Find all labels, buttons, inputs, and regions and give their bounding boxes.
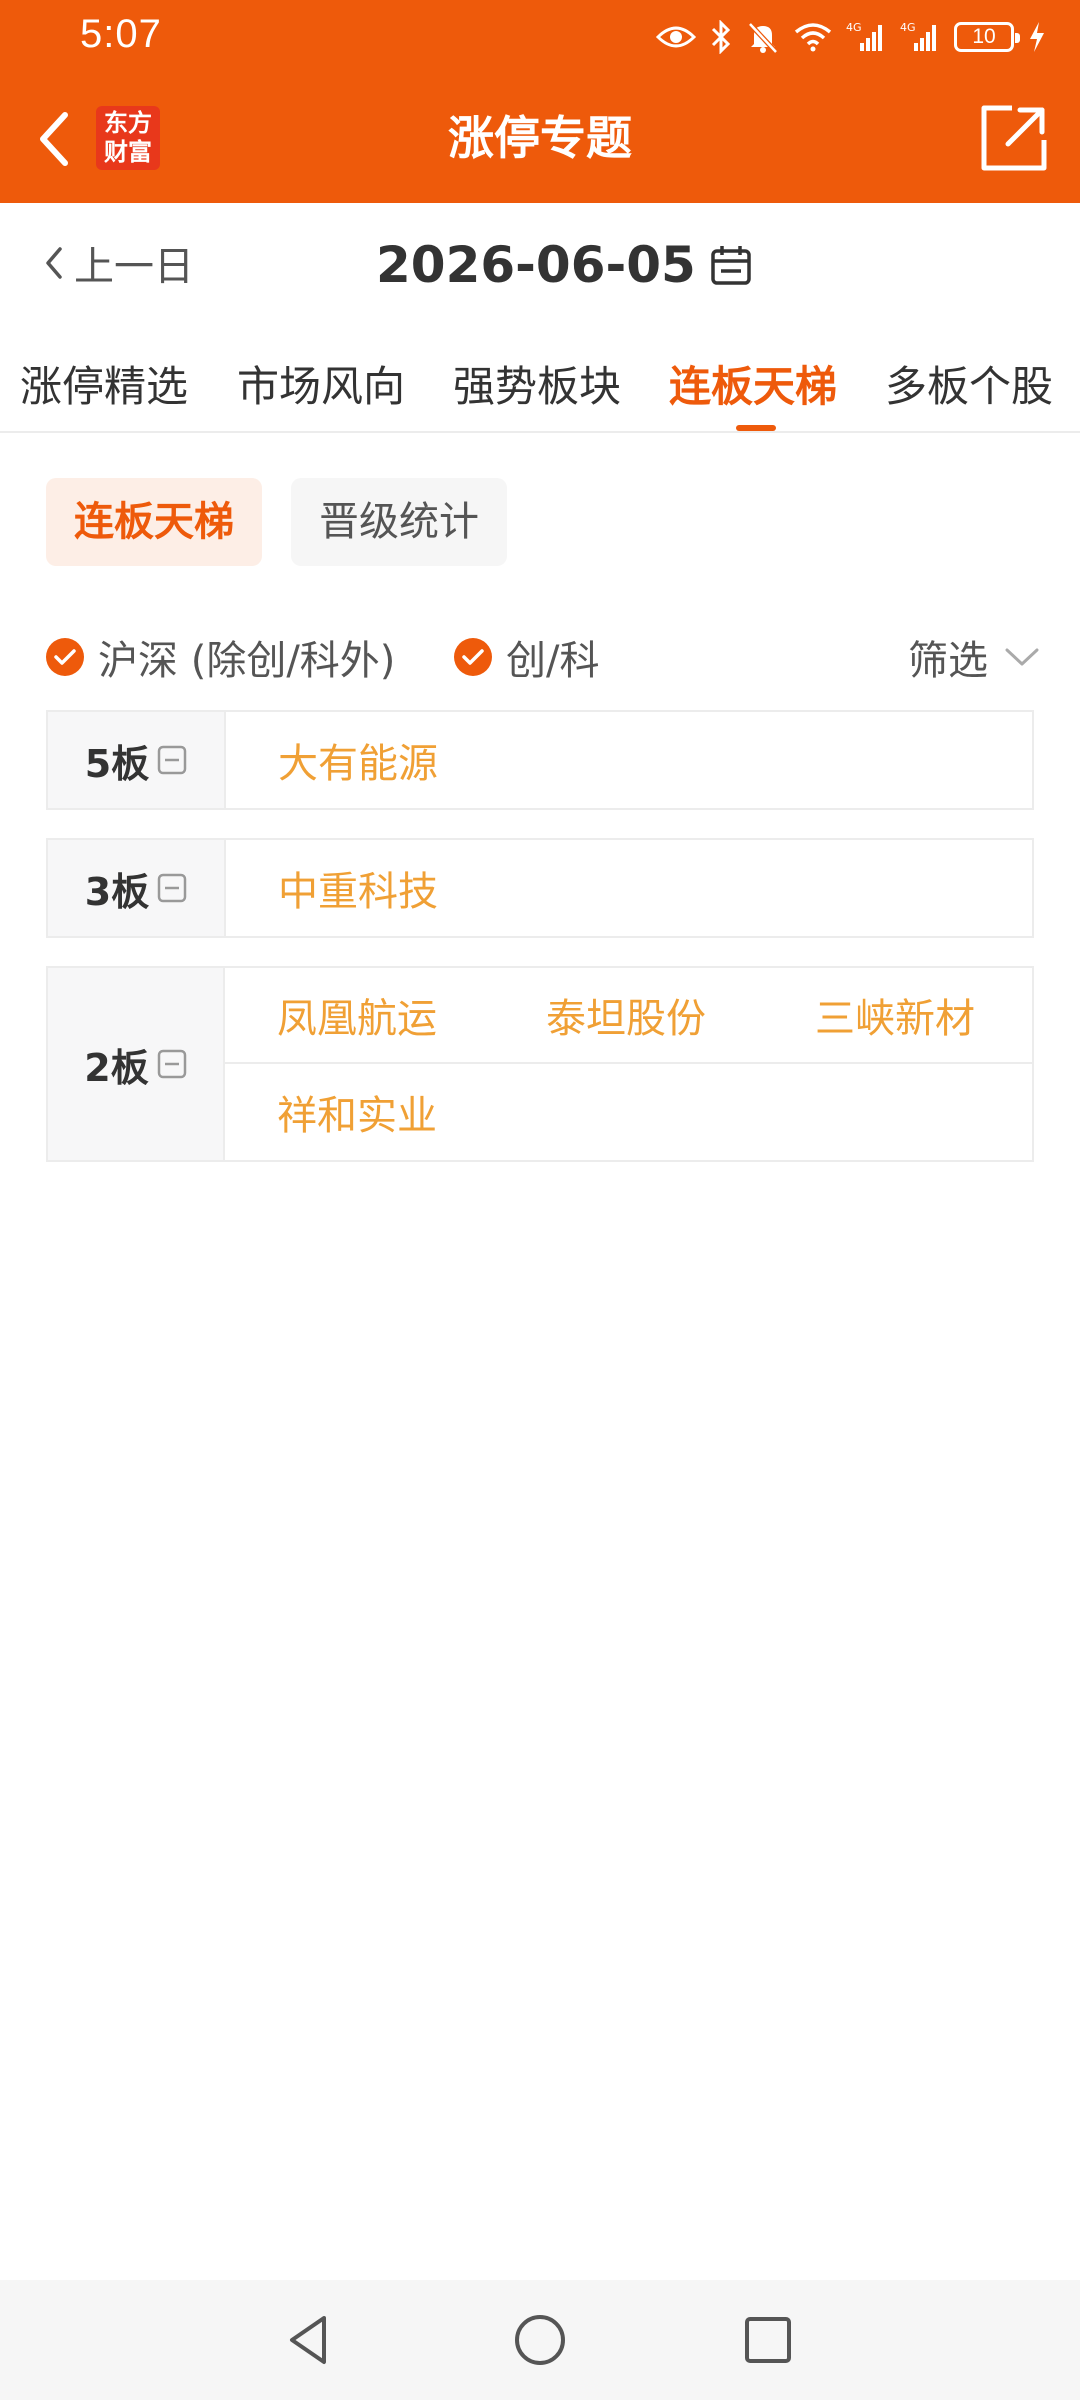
filter-sh-sz[interactable]: 沪深 (除创/科外) (46, 628, 395, 686)
battery-icon: 10 (954, 22, 1020, 52)
stock-link[interactable]: 泰坦股份 (494, 986, 763, 1044)
signal-4g-icon: 4G (846, 21, 882, 51)
charging-icon (1030, 22, 1044, 52)
table-row: 祥和实业 (225, 1064, 1032, 1160)
collapse-icon (157, 1049, 186, 1079)
back-button[interactable] (24, 104, 84, 174)
filter-gem-star[interactable]: 创/科 (454, 628, 599, 686)
mute-icon (748, 22, 778, 54)
prev-day-button[interactable]: 上一日 (44, 233, 194, 293)
chevron-left-icon (40, 112, 68, 166)
filter-sh-sz-label: 沪深 (除创/科外) (98, 638, 396, 684)
status-icons: 4G 4G 10 (656, 14, 1046, 60)
wifi-icon (794, 23, 832, 52)
board-stocks: 中重科技 (226, 840, 1032, 936)
chevron-left-icon (46, 247, 62, 279)
signal-4g-icon: 4G (900, 21, 936, 51)
table-row: 凤凰航运 泰坦股份 三峡新材 (225, 968, 1032, 1064)
filter-row: 沪深 (除创/科外) 创/科 筛选 (0, 612, 1080, 688)
header-bar: 5:07 4G 4G 10 东方 财富 涨停专题 (0, 0, 1080, 203)
table-row: 中重科技 (226, 840, 1032, 936)
eye-icon (656, 26, 696, 48)
back-triangle-icon[interactable] (280, 2310, 340, 2370)
tab-multi-board[interactable]: 多板个股 (885, 353, 1053, 414)
svg-text:4G: 4G (846, 21, 862, 34)
date-picker[interactable]: 2026-06-05 (376, 233, 752, 297)
active-tab-indicator (736, 425, 776, 431)
chevron-down-icon (1005, 648, 1039, 666)
page-title: 涨停专题 (448, 111, 632, 165)
table-row: 大有能源 (226, 712, 1032, 808)
recents-square-icon[interactable] (738, 2310, 798, 2370)
stock-link[interactable]: 祥和实业 (225, 1083, 494, 1141)
share-button[interactable] (978, 102, 1050, 174)
board-level-header[interactable]: 3板 (48, 840, 226, 936)
collapse-icon (157, 873, 187, 903)
board-level-label: 5板 (84, 741, 150, 786)
subtab-ladder[interactable]: 连板天梯 (46, 478, 262, 566)
prev-day-label: 上一日 (74, 244, 194, 290)
tab-ladder[interactable]: 连板天梯 (669, 353, 837, 414)
svg-text:4G: 4G (900, 21, 916, 34)
current-date: 2026-06-05 (376, 236, 696, 294)
board-stocks: 大有能源 (226, 712, 1032, 808)
stock-link[interactable]: 三峡新材 (763, 986, 1032, 1044)
board-level-label: 3板 (84, 869, 150, 914)
tab-bar: 涨停精选 市场风向 强势板块 连板天梯 多板个股 (0, 325, 1080, 433)
board-stocks: 凤凰航运 泰坦股份 三峡新材 祥和实业 (225, 968, 1032, 1160)
tab-strong-sectors[interactable]: 强势板块 (453, 353, 621, 414)
tab-market-trend[interactable]: 市场风向 (237, 353, 405, 414)
nav-bar: 东方 财富 涨停专题 (0, 74, 1080, 203)
stock-link[interactable]: 大有能源 (226, 731, 495, 789)
stock-link[interactable]: 中重科技 (226, 859, 495, 917)
share-icon (981, 105, 1047, 171)
system-nav-bar (0, 2280, 1080, 2400)
filter-dropdown[interactable]: 筛选 (908, 628, 1040, 686)
board-level-header[interactable]: 5板 (48, 712, 226, 808)
board-group-2: 2板 凤凰航运 泰坦股份 三峡新材 祥和实业 (46, 966, 1034, 1162)
board-level-label: 2板 (84, 1045, 149, 1090)
collapse-icon (157, 745, 187, 775)
filter-label: 筛选 (908, 638, 988, 684)
board-level-header[interactable]: 2板 (48, 968, 225, 1160)
status-time: 5:07 (80, 12, 162, 56)
home-circle-icon[interactable] (510, 2310, 570, 2370)
status-bar: 5:07 4G 4G 10 (0, 0, 1080, 74)
stock-link[interactable]: 凤凰航运 (225, 986, 494, 1044)
checkmark-icon (46, 638, 84, 676)
date-navigator: 上一日 2026-06-05 (0, 203, 1080, 325)
checkmark-icon (454, 638, 492, 676)
subtab-promotion-stats[interactable]: 晋级统计 (291, 478, 507, 566)
filter-gem-star-label: 创/科 (506, 638, 600, 684)
board-group-3: 3板 中重科技 (46, 838, 1034, 938)
tab-zt-selected[interactable]: 涨停精选 (20, 353, 188, 414)
calendar-icon (711, 246, 751, 285)
board-group-5: 5板 大有能源 (46, 710, 1034, 810)
app-logo: 东方 财富 (96, 106, 160, 170)
bluetooth-icon (711, 20, 731, 54)
